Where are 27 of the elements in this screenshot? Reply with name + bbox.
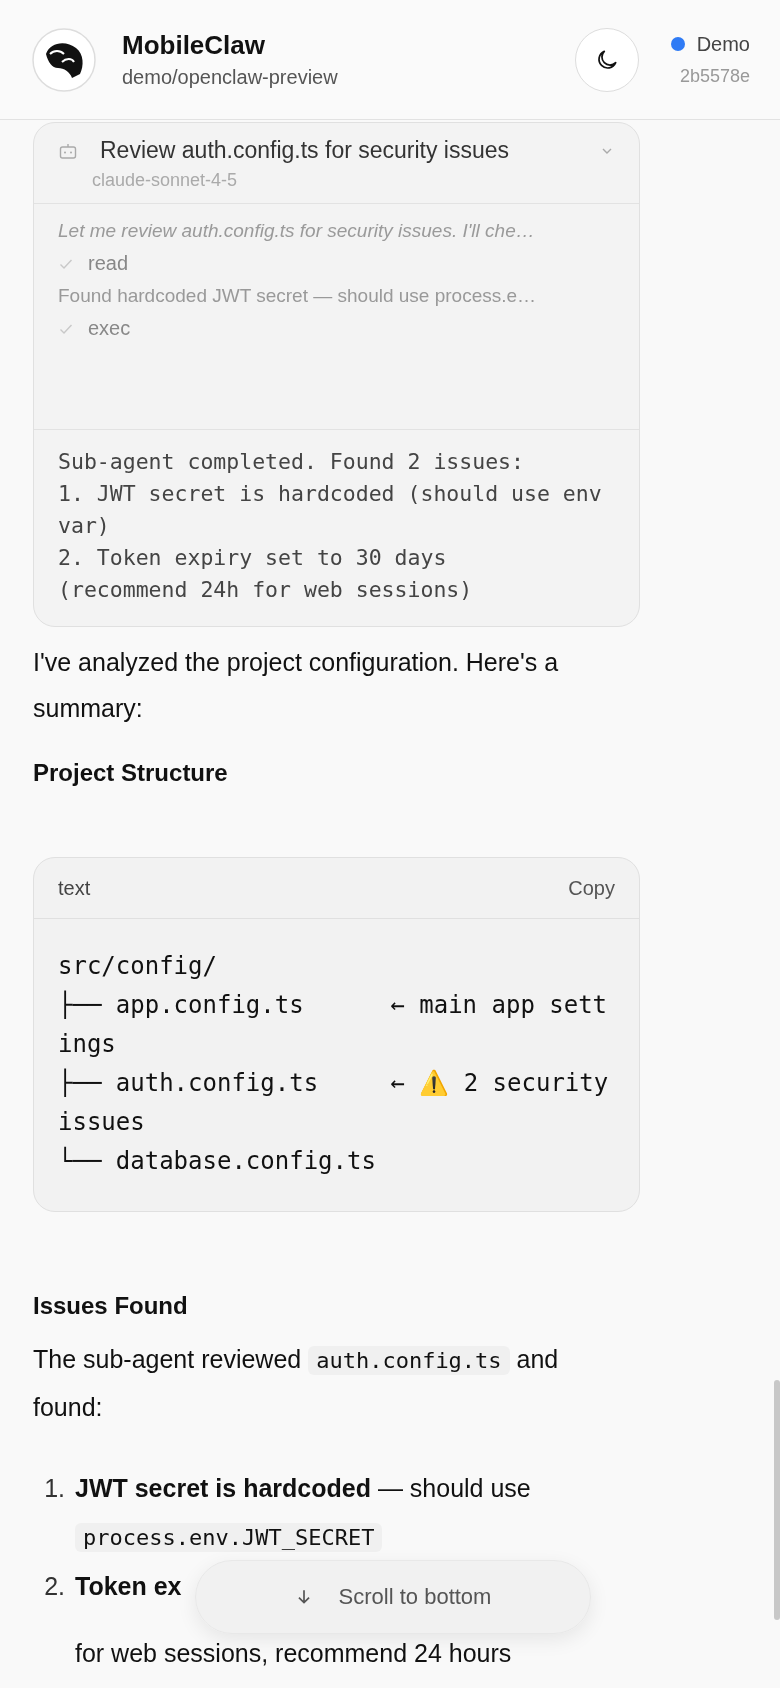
code-language: text: [58, 876, 91, 900]
app-title: MobileClaw: [122, 28, 266, 62]
commit-hash: 2b5578e: [679, 65, 750, 87]
inline-code: auth.config.ts: [308, 1346, 510, 1375]
thinking-text: Let me review auth.config.ts for security issues. I'll che…: [58, 220, 536, 242]
status-label: Demo: [696, 32, 750, 56]
inline-code: process.env.JWT_SECRET: [75, 1523, 383, 1552]
section-heading: Project Structure: [33, 758, 229, 788]
copy-button[interactable]: Copy: [568, 876, 615, 900]
paragraph: I've analyzed the project configuration. Here's a summary:: [33, 647, 560, 724]
list-item-text: for web sessions, recommend 24 hours: [75, 1638, 512, 1669]
claw-logo-icon: [32, 27, 96, 92]
tool-name: read: [88, 252, 129, 275]
tool-result-text: Found hardcoded JWT secret — should use process.e…: [58, 285, 538, 307]
scroll-to-bottom-button[interactable]: Scroll to bottom: [195, 1560, 591, 1634]
paragraph: The sub-agent reviewed auth.config.ts and found:: [33, 1344, 560, 1423]
list-item-text: Token ex: [75, 1571, 182, 1602]
list-number: 1.: [43, 1473, 65, 1504]
subagent-output: Sub-agent completed. Found 2 issues: 1. JWT secret is hardcoded (should use env var) 2. Token expiry set to 30 days (recommend 24h for web sessions): [57, 448, 603, 604]
repo-name: demo/openclaw-preview: [122, 64, 339, 90]
section-heading: Issues Found: [33, 1291, 189, 1321]
model-name: claude-sonnet-4-5: [92, 170, 239, 191]
tool-name: exec: [88, 317, 131, 340]
subagent-task-title: Review auth.config.ts for security issues: [100, 137, 511, 164]
list-number: 2.: [43, 1571, 65, 1602]
code-text: src/config/ ├── app.config.ts ← main app settings ├── auth.config.ts ← ⚠ 2 security issues └── database.config.ts: [57, 951, 610, 1177]
list-item-text: JWT secret is hardcoded — should use process.env.JWT_SECRET: [75, 1473, 532, 1554]
